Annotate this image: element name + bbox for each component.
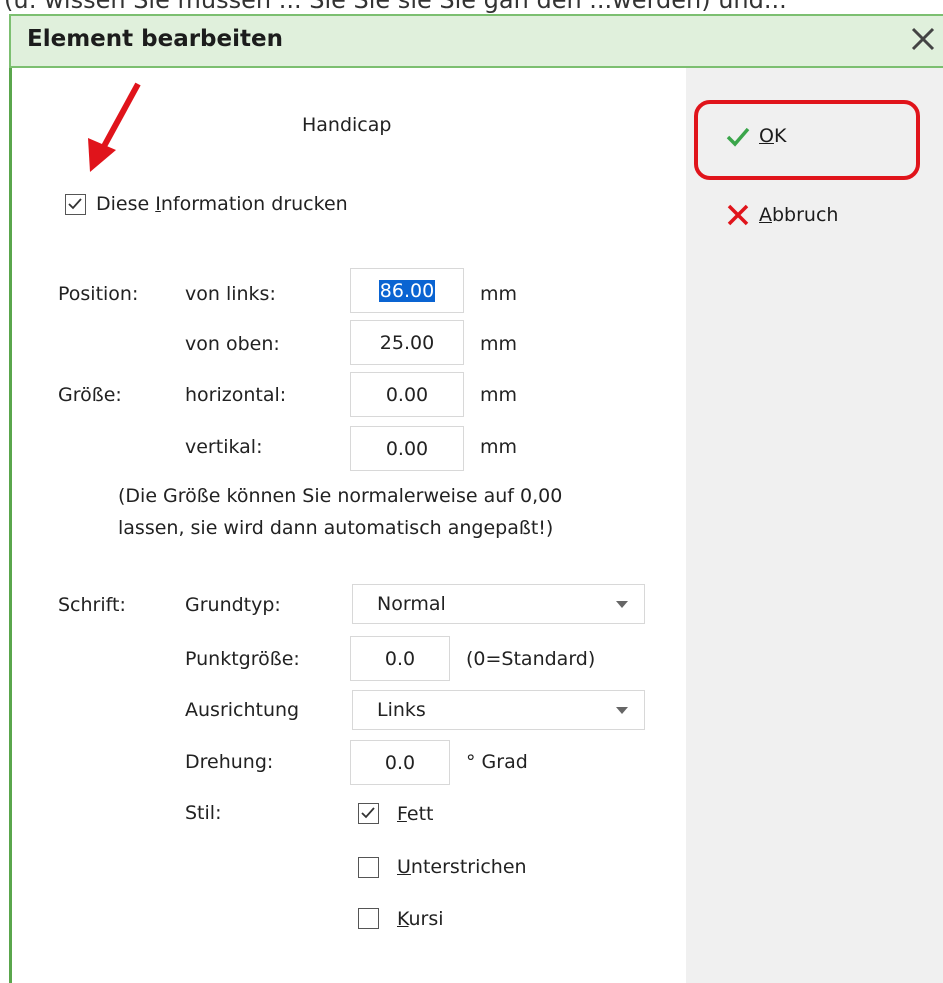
rotation-label: Drehung: <box>185 751 274 773</box>
font-label: Schrift: <box>58 594 126 616</box>
chevron-down-icon <box>616 707 628 714</box>
red-arrow-annotation <box>88 82 141 172</box>
unit-label: mm <box>480 384 518 406</box>
bold-checkbox[interactable] <box>358 803 379 824</box>
vertical-size-label: vertikal: <box>185 436 263 458</box>
horizontal-size-input[interactable]: 0.00 <box>350 372 464 417</box>
top-offset-label: von oben: <box>185 333 280 355</box>
checkmark-icon <box>68 198 82 210</box>
size-hint-line1: (Die Größe können Sie normalerweise auf … <box>118 485 563 507</box>
point-size-label: Punktgröße: <box>185 648 300 670</box>
dialog-title-bar: Element bearbeiten <box>9 14 943 68</box>
vertical-size-input[interactable]: 0.00 <box>350 426 464 471</box>
underline-checkbox[interactable] <box>358 857 379 878</box>
style-label: Stil: <box>185 802 222 824</box>
ok-button[interactable]: OK <box>725 125 786 147</box>
top-offset-input[interactable]: 25.00 <box>350 320 464 365</box>
unit-label: mm <box>480 283 518 305</box>
close-icon[interactable] <box>906 22 940 56</box>
unit-label: mm <box>480 333 518 355</box>
chevron-down-icon <box>616 601 628 608</box>
point-size-input[interactable]: 0.0 <box>350 636 450 681</box>
dialog-title: Element bearbeiten <box>27 26 283 52</box>
horizontal-size-label: horizontal: <box>185 384 287 406</box>
font-type-label: Grundtyp: <box>185 594 281 616</box>
position-label: Position: <box>58 283 139 305</box>
left-offset-input[interactable]: 86.00 <box>350 268 464 313</box>
print-checkbox-label: Diese Information drucken <box>96 193 348 215</box>
checkmark-icon <box>361 807 375 819</box>
rotation-input[interactable]: 0.0 <box>350 740 450 785</box>
dialog-left-border <box>9 68 12 983</box>
print-checkbox[interactable] <box>65 194 86 215</box>
alignment-select[interactable]: Links <box>352 690 645 730</box>
cross-icon <box>727 204 749 226</box>
italic-checkbox[interactable] <box>358 908 379 929</box>
font-type-select[interactable]: Normal <box>352 584 645 624</box>
point-size-hint: (0=Standard) <box>466 648 596 670</box>
unit-label: mm <box>480 436 518 458</box>
check-icon <box>726 127 750 147</box>
underline-checkbox-label: Unterstrichen <box>397 856 527 878</box>
bold-checkbox-label: Fett <box>397 803 434 825</box>
italic-checkbox-label: Kursi <box>397 908 444 930</box>
rotation-unit: ° Grad <box>466 751 528 773</box>
element-name-label: Handicap <box>302 114 392 136</box>
size-label: Größe: <box>58 384 122 406</box>
size-hint-line2: lassen, sie wird dann automatisch angepa… <box>118 517 554 539</box>
left-offset-label: von links: <box>185 283 276 305</box>
alignment-label: Ausrichtung <box>185 699 300 721</box>
cancel-button[interactable]: Abbruch <box>725 202 838 228</box>
